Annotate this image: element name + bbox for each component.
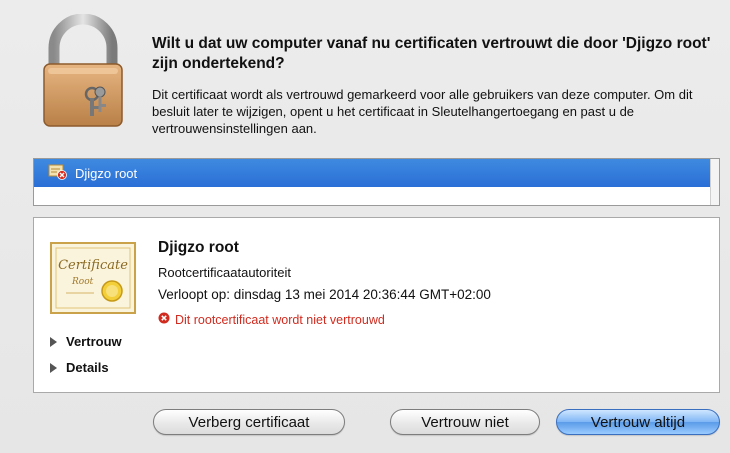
disclosure-label: Vertrouw: [66, 334, 122, 349]
certificate-image-subtext: Root: [71, 277, 94, 287]
certificate-warning: Dit rootcertificaat wordt niet vertrouwd: [158, 312, 385, 327]
certificate-image-title: Certificate: [58, 258, 128, 273]
dont-trust-button[interactable]: Vertrouw niet: [390, 409, 540, 435]
disclosure-triangle-icon[interactable]: [50, 336, 57, 347]
certificate-image: Certificate Root: [50, 239, 138, 327]
certificate-expiry: Verloopt op: dinsdag 13 mei 2014 20:36:4…: [158, 287, 491, 302]
dialog-headline: Wilt u dat uw computer vanaf nu certific…: [152, 35, 711, 72]
disclosure-triangle-icon[interactable]: [50, 362, 57, 373]
certificate-kind: Rootcertificaatautoriteit: [158, 265, 291, 280]
certificate-list[interactable]: Djigzo root: [33, 158, 720, 206]
error-circle-icon: [158, 312, 170, 327]
list-item-djigzo-root[interactable]: Djigzo root: [34, 159, 718, 187]
certificate-detail-panel: Certificate Root Djigzo root Rootcertifi…: [33, 217, 720, 393]
certificate-warning-text: Dit rootcertificaat wordt niet vertrouwd: [175, 312, 385, 327]
padlock-icon: [40, 13, 126, 130]
disclosure-details[interactable]: Details: [50, 360, 109, 375]
hide-certificate-button[interactable]: Verberg certificaat: [153, 409, 345, 435]
always-trust-button[interactable]: Vertrouw altijd: [556, 409, 720, 435]
certificate-name: Djigzo root: [158, 239, 239, 256]
disclosure-label: Details: [66, 360, 109, 375]
certificate-untrusted-icon: [48, 164, 68, 183]
disclosure-vertrouw[interactable]: Vertrouw: [50, 334, 122, 349]
dialog-description: Dit certificaat wordt als vertrouwd gema…: [152, 87, 693, 136]
trust-dialog: Wilt u dat uw computer vanaf nu certific…: [0, 0, 730, 453]
list-scrollbar[interactable]: [710, 159, 719, 205]
list-item-label: Djigzo root: [75, 165, 138, 181]
